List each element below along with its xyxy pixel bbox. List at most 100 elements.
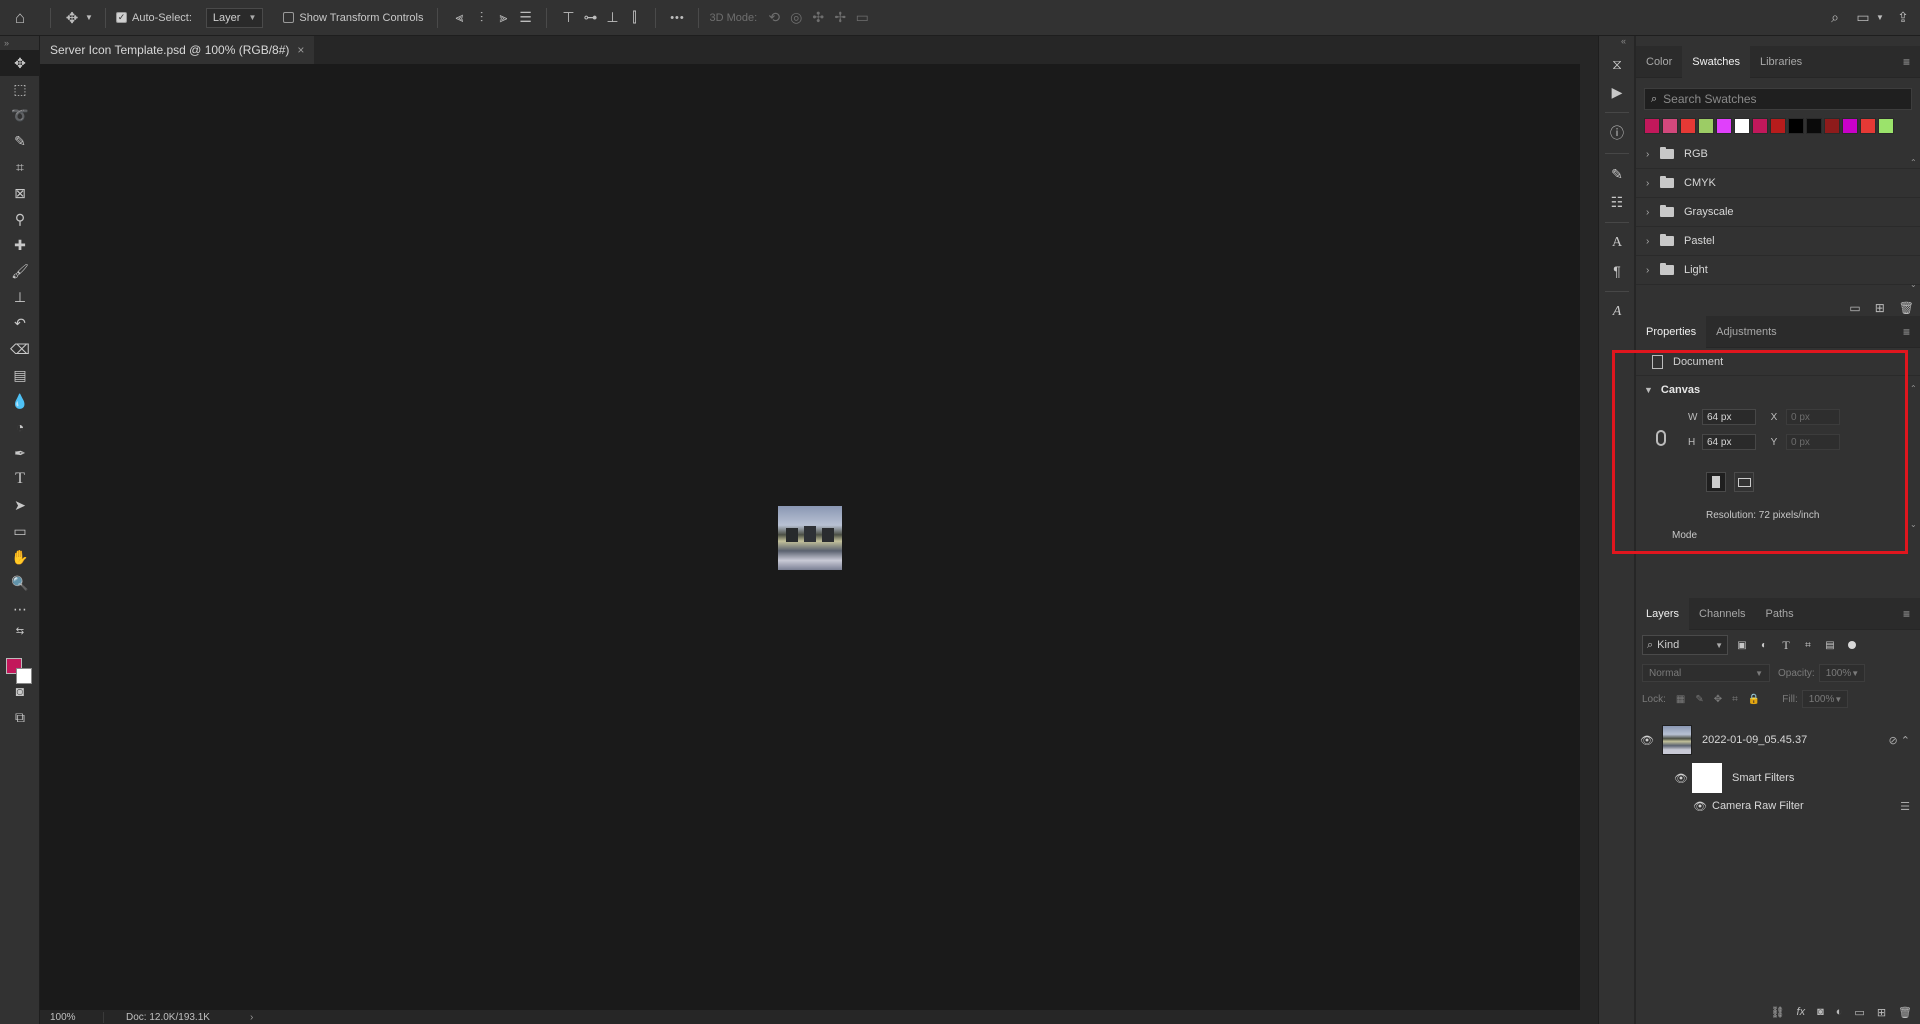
swatch-group-light[interactable]: › Light xyxy=(1636,256,1920,285)
3d-slide-icon[interactable]: ✢ xyxy=(829,7,851,29)
align-left-icon[interactable]: ⫷ xyxy=(448,7,470,29)
trash-icon[interactable]: 🗑 xyxy=(1898,1006,1912,1019)
search-icon[interactable]: ⌕ xyxy=(1824,7,1846,29)
rectangle-tool-icon[interactable]: ▭ xyxy=(0,518,40,544)
move-tool-icon[interactable]: ✥ xyxy=(0,50,40,76)
height-field[interactable]: 64 px xyxy=(1702,434,1756,450)
frame-tool-icon[interactable]: ⊠ xyxy=(0,180,40,206)
path-selection-tool-icon[interactable]: ➤ xyxy=(0,492,40,518)
align-middle-icon[interactable]: ⊶ xyxy=(579,7,601,29)
clone-stamp-tool-icon[interactable]: ⊥ xyxy=(0,284,40,310)
dodge-tool-icon[interactable]: ◔ xyxy=(0,414,40,440)
chevron-right-icon[interactable]: › xyxy=(1646,178,1660,189)
lock-artboard-icon[interactable]: ⌗ xyxy=(1732,694,1738,705)
new-group-folder-icon[interactable]: ▭ xyxy=(1854,1006,1864,1019)
color-swatch[interactable] xyxy=(1860,118,1876,134)
screen-mode-icon[interactable]: ⧉ xyxy=(0,704,40,730)
workspace-icon[interactable]: ▭ xyxy=(1852,7,1874,29)
swatch-group-cmyk[interactable]: › CMYK xyxy=(1636,169,1920,198)
y-field[interactable]: 0 px xyxy=(1786,434,1840,450)
color-swatch[interactable] xyxy=(1644,118,1660,134)
shape-layer-filter-icon[interactable]: ⌗ xyxy=(1800,637,1816,653)
history-icon[interactable]: ⧖ xyxy=(1599,50,1635,78)
panel-menu-icon[interactable]: ≡ xyxy=(1903,607,1910,621)
align-bottom-icon[interactable]: ⊥ xyxy=(601,7,623,29)
filter-mask-thumbnail[interactable] xyxy=(1692,763,1722,793)
tab-channels[interactable]: Channels xyxy=(1689,598,1755,630)
document-tab[interactable]: Server Icon Template.psd @ 100% (RGB/8#)… xyxy=(40,36,315,64)
color-swatch[interactable] xyxy=(1752,118,1768,134)
actions-play-icon[interactable]: ▶ xyxy=(1599,78,1635,106)
gradient-tool-icon[interactable]: ▤ xyxy=(0,362,40,388)
canvas-section-header[interactable]: ▼ Canvas xyxy=(1636,376,1920,404)
visibility-eye-icon[interactable]: 👁 xyxy=(1636,734,1658,747)
brush-tool-icon[interactable]: 🖌 xyxy=(0,258,40,284)
color-swatch[interactable] xyxy=(1842,118,1858,134)
chevron-right-icon[interactable]: › xyxy=(1646,149,1660,160)
edit-toolbar-icon[interactable]: ⋯ xyxy=(0,596,40,622)
color-swatch[interactable] xyxy=(1788,118,1804,134)
landscape-orientation-button[interactable] xyxy=(1734,472,1754,492)
smart-filters-row[interactable]: 👁 Smart Filters xyxy=(1636,760,1920,796)
tab-properties[interactable]: Properties xyxy=(1636,315,1707,348)
3d-scale-icon[interactable]: ▭ xyxy=(851,7,873,29)
chevron-down-icon[interactable]: ▼ xyxy=(1874,7,1886,29)
lock-all-icon[interactable]: 🔒 xyxy=(1748,694,1760,705)
tab-color[interactable]: Color xyxy=(1636,46,1682,78)
new-swatch-icon[interactable]: ⊞ xyxy=(1875,301,1885,315)
color-swatch[interactable] xyxy=(1806,118,1822,134)
history-brush-tool-icon[interactable]: ↶ xyxy=(0,310,40,336)
portrait-orientation-button[interactable] xyxy=(1706,472,1726,492)
move-tool-icon[interactable]: ✥ xyxy=(61,7,83,29)
blend-mode-dropdown[interactable]: Normal ▼ xyxy=(1642,664,1770,682)
type-tool-icon[interactable]: T xyxy=(0,466,40,492)
eraser-tool-icon[interactable]: ⌫ xyxy=(0,336,40,362)
checkbox-checked-icon[interactable]: ✓ xyxy=(116,12,127,23)
align-right-icon[interactable]: ⫸ xyxy=(492,7,514,29)
x-field[interactable]: 0 px xyxy=(1786,409,1840,425)
swatch-group-rgb[interactable]: › RGB xyxy=(1636,140,1920,169)
color-swatch[interactable] xyxy=(1734,118,1750,134)
scroll-up-icon[interactable]: ⌃ xyxy=(1910,384,1918,393)
checkbox-icon[interactable] xyxy=(283,12,295,23)
zoom-tool-icon[interactable]: 🔍 xyxy=(0,570,40,596)
camera-raw-filter-row[interactable]: 👁 Camera Raw Filter ☰ xyxy=(1636,796,1920,816)
blur-tool-icon[interactable]: 💧 xyxy=(0,388,40,414)
panel-menu-icon[interactable]: ≡ xyxy=(1903,325,1910,339)
color-swatch[interactable] xyxy=(1716,118,1732,134)
3d-orbit-icon[interactable]: ⟲ xyxy=(763,7,785,29)
3d-roll-icon[interactable]: ◎ xyxy=(785,7,807,29)
info-icon[interactable]: ⓘ xyxy=(1599,119,1635,147)
pen-tool-icon[interactable]: ✒ xyxy=(0,440,40,466)
layer-kind-filter-dropdown[interactable]: ⌕ Kind ▼ xyxy=(1642,635,1728,655)
quick-selection-tool-icon[interactable]: ✎ xyxy=(0,128,40,154)
default-colors-icon[interactable]: ⇆ xyxy=(0,622,40,640)
chevron-right-icon[interactable]: › xyxy=(1646,265,1660,276)
type-layer-filter-icon[interactable]: T xyxy=(1778,637,1794,653)
chevron-right-icon[interactable]: › xyxy=(1646,207,1660,218)
brush-settings-icon[interactable]: ✎ xyxy=(1599,160,1635,188)
chevron-down-icon[interactable]: ▼ xyxy=(1644,385,1653,395)
swatches-search-input[interactable]: ⌕ Search Swatches xyxy=(1644,88,1912,110)
paragraph-icon[interactable]: ¶ xyxy=(1599,257,1635,285)
align-top-icon[interactable]: ⊤ xyxy=(557,7,579,29)
new-layer-icon[interactable]: ⊞ xyxy=(1877,1006,1886,1019)
close-icon[interactable]: × xyxy=(297,43,304,57)
link-dimensions-icon[interactable] xyxy=(1656,430,1666,446)
color-swatch[interactable] xyxy=(1698,118,1714,134)
visibility-eye-icon[interactable]: 👁 xyxy=(1692,800,1708,813)
lock-position-icon[interactable]: ✥ xyxy=(1714,694,1722,705)
adjustment-layer-filter-icon[interactable]: ◐ xyxy=(1756,637,1772,653)
zoom-level[interactable]: 100% xyxy=(40,1011,104,1023)
pixel-layer-filter-icon[interactable]: ▣ xyxy=(1734,637,1750,653)
lock-image-icon[interactable]: ✎ xyxy=(1695,694,1703,705)
color-swatch[interactable] xyxy=(1824,118,1840,134)
tab-libraries[interactable]: Libraries xyxy=(1750,46,1812,78)
marquee-tool-icon[interactable]: ⬚ xyxy=(0,76,40,102)
home-icon[interactable]: ⌂ xyxy=(0,7,40,29)
share-icon[interactable]: ⇪ xyxy=(1892,7,1914,29)
color-swatch[interactable] xyxy=(1662,118,1678,134)
swatch-group-grayscale[interactable]: › Grayscale xyxy=(1636,198,1920,227)
swatch-group-pastel[interactable]: › Pastel xyxy=(1636,227,1920,256)
chevron-right-icon[interactable]: › xyxy=(1646,236,1660,247)
